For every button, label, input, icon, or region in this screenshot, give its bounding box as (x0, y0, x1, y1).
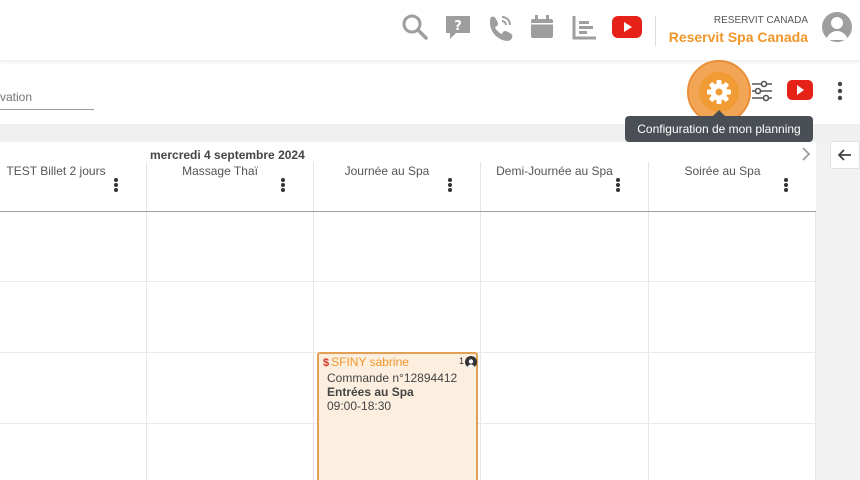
column-divider (815, 212, 816, 480)
youtube-icon[interactable] (787, 80, 813, 100)
arrow-left-icon (838, 149, 851, 161)
order-number: Commande n°12894412 (327, 371, 458, 385)
org-name[interactable]: Reservit Spa Canada (669, 29, 808, 45)
column-header: TEST Billet 2 jours (0, 162, 147, 212)
column-menu-icon[interactable] (446, 176, 454, 194)
sliders-icon[interactable] (750, 80, 774, 102)
gear-icon-wrap (699, 72, 739, 112)
column-header: Journée au Spa (314, 162, 481, 212)
column-label: Massage Thaï (182, 164, 258, 178)
payment-status-icon: $ (323, 357, 330, 369)
product-name: Entrées au Spa (327, 385, 414, 399)
column-menu-icon[interactable] (782, 176, 790, 194)
reservation-search[interactable] (0, 84, 94, 110)
column-divider (313, 212, 314, 480)
search-icon[interactable] (400, 12, 430, 42)
client-name: SFINY sabrine (331, 355, 409, 369)
right-panel-gutter (816, 142, 860, 480)
row-divider (0, 281, 816, 282)
calendar-icon[interactable] (527, 12, 557, 42)
person-icon (465, 356, 477, 368)
column-label: Soirée au Spa (684, 164, 761, 178)
settings-tooltip: Configuration de mon planning (625, 110, 813, 142)
header-divider (0, 211, 816, 212)
column-menu-icon[interactable] (279, 176, 287, 194)
column-divider (480, 212, 481, 480)
planning-date: mercredi 4 septembre 2024 (150, 148, 305, 162)
search-input[interactable] (0, 84, 94, 108)
column-header: Soirée au Spa (649, 162, 816, 212)
phone-icon[interactable] (485, 12, 515, 42)
header-divider (655, 16, 656, 46)
avatar[interactable] (822, 12, 852, 42)
column-menu-icon[interactable] (112, 176, 120, 194)
time-range: 09:00-18:30 (327, 399, 392, 413)
reservation-client: $ SFINY sabrine (323, 355, 409, 369)
gear-icon (707, 80, 731, 104)
column-header: Massage Thaï (147, 162, 314, 212)
guest-count: 1 (459, 356, 465, 366)
org-label: RESERVIT CANADA (713, 15, 808, 26)
column-divider (648, 212, 649, 480)
more-vertical-icon[interactable] (832, 80, 848, 102)
help-icon[interactable]: ? (443, 12, 473, 42)
stats-icon[interactable] (570, 12, 600, 42)
column-header: Demi-Journée au Spa (481, 162, 649, 212)
collapse-panel-button[interactable] (830, 141, 860, 169)
top-header: ? RESERVIT CANADA Reservit Spa Canada (0, 0, 860, 60)
svg-text:?: ? (454, 19, 462, 34)
chevron-right-icon[interactable] (799, 146, 813, 162)
youtube-icon[interactable] (612, 12, 642, 42)
planning-page: ? RESERVIT CANADA Reservit Spa Canada va… (0, 0, 860, 480)
column-divider (146, 212, 147, 480)
column-label: TEST Billet 2 jours (6, 164, 106, 178)
reservation-card[interactable]: $ SFINY sabrine 1 Commande n°12894412 Ent… (317, 352, 478, 480)
column-menu-icon[interactable] (614, 176, 622, 194)
column-label: Journée au Spa (344, 164, 430, 178)
column-label: Demi-Journée au Spa (496, 164, 613, 178)
